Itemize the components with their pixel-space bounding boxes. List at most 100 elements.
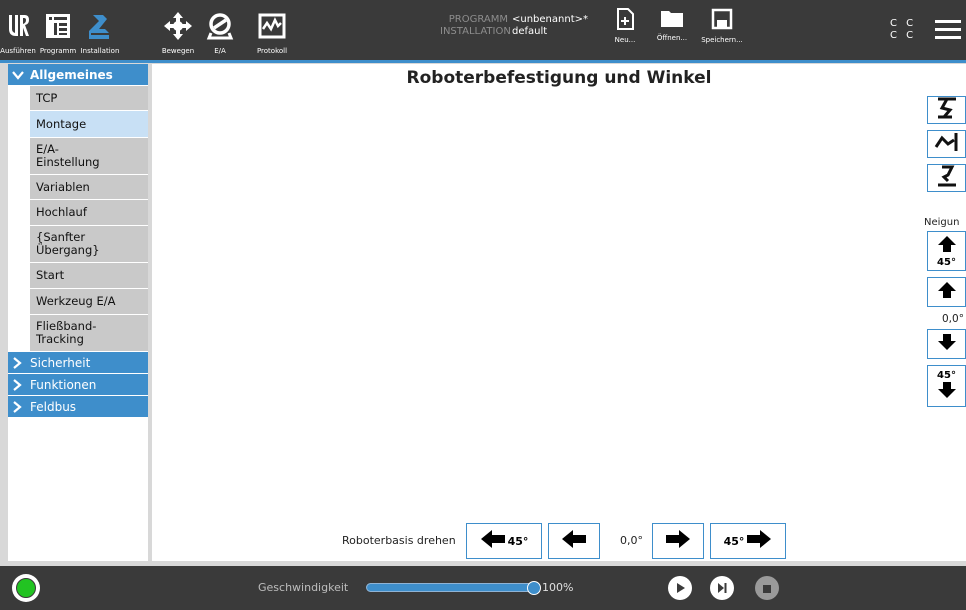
- sidebar-item-tcp[interactable]: TCP: [30, 86, 148, 111]
- speed-value: 100%: [542, 581, 574, 594]
- ur-logo-icon: [0, 8, 36, 44]
- top-bar: Ausführen Programm Installation Bewegen …: [0, 0, 966, 60]
- speed-slider-knob[interactable]: [527, 581, 541, 595]
- tab-installation[interactable]: Installation: [80, 0, 120, 60]
- speed-slider[interactable]: [366, 581, 541, 595]
- tilt-down-45-button[interactable]: 45°: [927, 365, 966, 407]
- page-title: Roboterbefestigung und Winkel: [406, 68, 712, 88]
- save-icon: [711, 8, 733, 34]
- speed-label: Geschwindigkeit: [258, 581, 349, 594]
- section-allgemeines[interactable]: Allgemeines: [8, 64, 148, 86]
- rotate-right-button[interactable]: [652, 523, 704, 559]
- io-icon: [202, 8, 238, 44]
- arrow-up-icon: [937, 235, 957, 257]
- sidebar-item-montage[interactable]: Montage: [30, 111, 148, 138]
- sidebar-item-tool-io[interactable]: Werkzeug E/A: [30, 289, 148, 315]
- tilt-down-45-label: 45°: [937, 369, 956, 381]
- section-sicherheit[interactable]: Sicherheit: [8, 352, 148, 374]
- sidebar-item-io-setup-label: E/A- Einstellung: [36, 142, 100, 169]
- sidebar-item-start[interactable]: Start: [30, 263, 148, 289]
- arrow-down-icon: [937, 333, 957, 355]
- sidebar-item-montage-label: Montage: [36, 116, 87, 131]
- sidebar-item-io-setup[interactable]: E/A- Einstellung: [30, 138, 148, 175]
- mount-ceiling-button[interactable]: [927, 164, 966, 192]
- header-accent-line: [0, 60, 966, 63]
- sidebar-item-tool-io-label: Werkzeug E/A: [36, 294, 116, 308]
- move-icon: [160, 8, 196, 44]
- rotate-label: Roboterbasis drehen: [342, 534, 456, 547]
- program-values: <unbenannt>* default: [512, 14, 588, 38]
- tab-io[interactable]: E/A: [200, 0, 240, 60]
- robot-ceiling-mount-icon: [934, 165, 960, 191]
- app-root: Ausführen Programm Installation Bewegen …: [0, 0, 966, 610]
- rotate-value: 0,0°: [620, 534, 643, 547]
- section-sicherheit-label: Sicherheit: [30, 355, 91, 370]
- chevron-right-icon: [12, 400, 26, 413]
- stop-button[interactable]: [755, 576, 779, 600]
- rotate-left-button[interactable]: [548, 523, 600, 559]
- tab-run[interactable]: Ausführen: [0, 0, 36, 60]
- arrow-left-icon: [561, 529, 587, 553]
- hamburger-menu-icon[interactable]: [935, 18, 961, 44]
- status-indicator-icon: [16, 578, 36, 598]
- tab-log-label: Protokoll: [256, 47, 288, 55]
- tab-program-label: Programm: [39, 47, 77, 55]
- tab-run-label: Ausführen: [0, 47, 36, 55]
- program-icon: [40, 8, 76, 44]
- new-button-label: Neu...: [614, 36, 636, 44]
- arrow-left-icon: [480, 529, 506, 553]
- tilt-up-45-label: 45°: [937, 256, 956, 268]
- speed-slider-fill: [367, 584, 535, 591]
- main-panel: Roboterbefestigung und Winkel Neigun 45°…: [152, 64, 966, 561]
- tab-program[interactable]: Programm: [38, 0, 78, 60]
- tab-installation-label: Installation: [80, 47, 120, 55]
- tab-log[interactable]: Protokoll: [250, 0, 294, 60]
- cc-line-2: C C: [890, 30, 917, 41]
- sidebar-item-startup-label: Hochlauf: [36, 205, 87, 219]
- rotate-right-45-label: 45°: [723, 534, 745, 548]
- step-icon: [716, 579, 728, 598]
- arrow-right-icon: [746, 529, 772, 553]
- new-button[interactable]: Neu...: [610, 8, 640, 44]
- sidebar-item-start-label: Start: [36, 268, 65, 282]
- sidebar-item-startup[interactable]: Hochlauf: [30, 200, 148, 226]
- play-button[interactable]: [668, 576, 692, 600]
- step-button[interactable]: [710, 576, 734, 600]
- section-feldbus-label: Feldbus: [30, 399, 77, 414]
- mount-wall-button[interactable]: [927, 130, 966, 158]
- stop-icon: [762, 579, 772, 598]
- rotate-right-45-button[interactable]: 45°: [710, 523, 786, 559]
- tab-io-label: E/A: [214, 47, 226, 55]
- program-name: <unbenannt>*: [512, 14, 588, 25]
- section-funktionen[interactable]: Funktionen: [8, 374, 148, 396]
- sidebar-item-smooth-transition[interactable]: {Sanfter Übergang}: [30, 226, 148, 263]
- footer-bar: Geschwindigkeit 100%: [0, 566, 966, 610]
- open-button[interactable]: Öffnen...: [652, 8, 692, 42]
- save-button-label: Speichern...: [701, 36, 743, 44]
- tilt-down-button[interactable]: [927, 329, 966, 359]
- arrow-right-icon: [665, 529, 691, 553]
- sidebar-item-variables[interactable]: Variablen: [30, 175, 148, 200]
- section-feldbus[interactable]: Feldbus: [8, 396, 148, 418]
- installation-name: default: [512, 26, 548, 37]
- sidebar-item-variables-label: Variablen: [36, 179, 90, 194]
- power-status-button[interactable]: [12, 574, 40, 602]
- tilt-up-button[interactable]: [927, 277, 966, 307]
- save-button[interactable]: Speichern...: [700, 8, 744, 44]
- tilt-up-45-button[interactable]: 45°: [927, 231, 966, 271]
- tilt-label: Neigun: [924, 217, 960, 228]
- arrow-down-icon: [937, 381, 957, 403]
- mount-floor-button[interactable]: [927, 96, 966, 124]
- folder-icon: [660, 8, 684, 32]
- installation-icon: [82, 8, 118, 44]
- arrow-up-icon: [937, 281, 957, 303]
- sidebar-item-conveyor-tracking[interactable]: Fließband- Tracking: [30, 315, 148, 352]
- rotate-left-45-label: 45°: [507, 534, 529, 548]
- installation-key: INSTALLATION: [440, 26, 511, 37]
- log-icon: [254, 8, 290, 44]
- section-funktionen-label: Funktionen: [30, 377, 97, 392]
- rotate-left-45-button[interactable]: 45°: [466, 523, 542, 559]
- section-allgemeines-label: Allgemeines: [30, 67, 113, 82]
- sidebar-item-conveyor-tracking-label: Fließband- Tracking: [36, 319, 97, 346]
- tab-move[interactable]: Bewegen: [160, 0, 196, 60]
